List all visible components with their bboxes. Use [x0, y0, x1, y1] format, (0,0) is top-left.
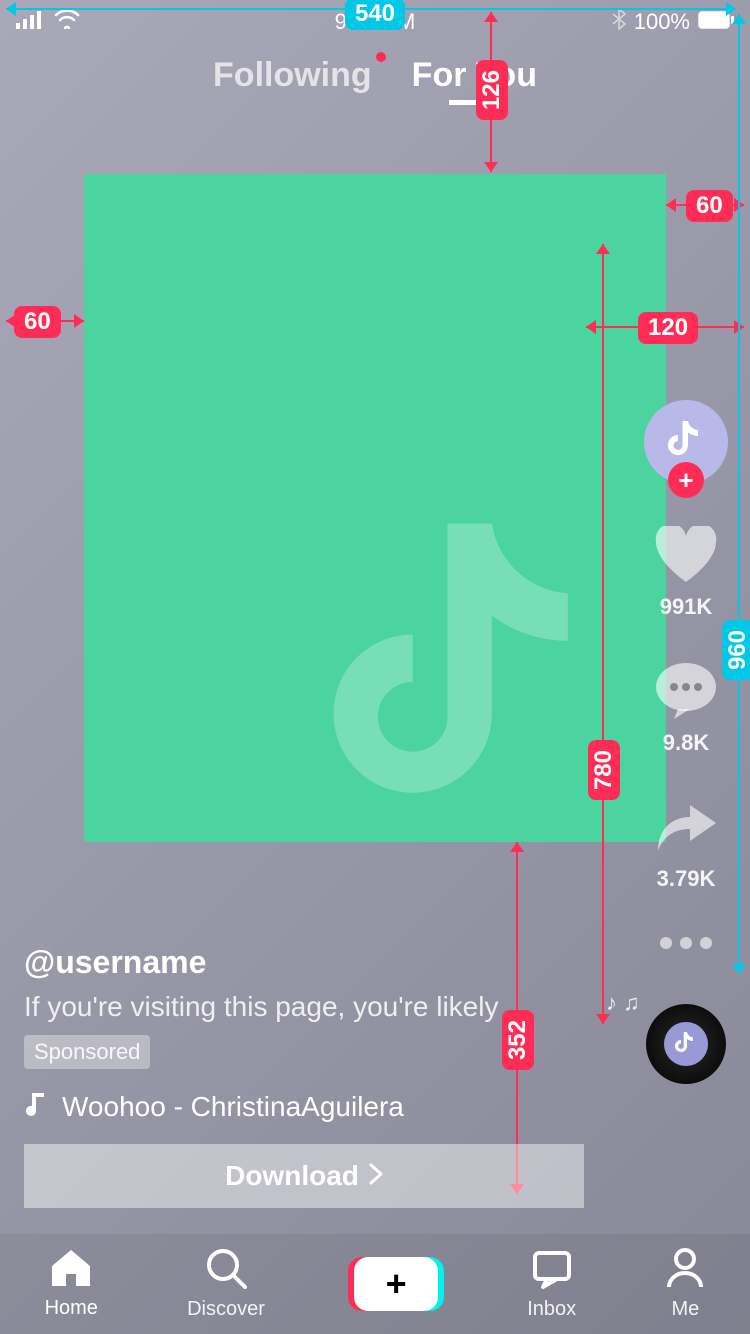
heart-icon [651, 520, 721, 590]
nav-me[interactable]: Me [665, 1247, 705, 1321]
caption-area: @username If you're visiting this page, … [24, 944, 580, 1124]
search-icon [205, 1247, 247, 1294]
nav-inbox[interactable]: Inbox [527, 1247, 576, 1321]
comment-icon [651, 656, 721, 726]
bluetooth-icon [612, 8, 626, 36]
nav-me-label: Me [671, 1298, 699, 1321]
profile-icon [665, 1247, 705, 1294]
nav-home[interactable]: Home [45, 1248, 98, 1320]
avatar: + [644, 400, 728, 484]
tab-for-you[interactable]: For You [412, 56, 537, 95]
annotation-left-margin-label: 60 [14, 306, 61, 338]
notification-dot [376, 52, 386, 62]
feed-tabs: Following For You [0, 56, 750, 95]
tab-for-you-label: For You [412, 56, 537, 94]
action-rail: + 991K 9.8K 3.79K ♪ ♫ [636, 400, 736, 1084]
annotation-rail-height-ruler [602, 244, 604, 1024]
inbox-icon [531, 1247, 573, 1294]
home-icon [50, 1248, 92, 1293]
sound-row[interactable]: Woohoo - ChristinaAguilera [24, 1089, 580, 1124]
upload-button-icon: + [354, 1257, 438, 1311]
nav-inbox-label: Inbox [527, 1298, 576, 1321]
follow-plus-icon[interactable]: + [668, 462, 704, 498]
download-cta-button[interactable]: Download [24, 1144, 584, 1208]
chevron-right-icon [369, 1160, 383, 1192]
share-count: 3.79K [657, 866, 716, 892]
sound-title: Woohoo - ChristinaAguilera [62, 1091, 404, 1123]
sponsored-badge: Sponsored [24, 1035, 150, 1069]
nav-discover-label: Discover [187, 1298, 265, 1321]
more-button[interactable] [651, 928, 721, 958]
comment-count: 9.8K [663, 730, 709, 756]
nav-discover[interactable]: Discover [187, 1247, 265, 1321]
disc-logo-icon [674, 1030, 698, 1058]
status-left [16, 9, 80, 35]
music-notes-icon: ♪ ♫ [606, 990, 640, 1016]
nav-home-label: Home [45, 1297, 98, 1320]
safe-zone-overlay [84, 174, 666, 842]
wifi-icon [54, 9, 80, 35]
tiktok-watermark-icon [316, 492, 636, 872]
annotation-right-top-label: 60 [686, 190, 733, 222]
sound-disc-button[interactable]: ♪ ♫ [646, 1004, 726, 1084]
annotation-top-width-label: 540 [345, 0, 405, 30]
annotation-right-height-ruler [738, 14, 740, 974]
annotation-rail-width-label: 120 [638, 312, 698, 344]
like-button[interactable]: 991K [651, 520, 721, 620]
caption-text: If you're visiting this page, you're lik… [24, 991, 580, 1023]
bottom-nav: Home Discover + Inbox Me [0, 1234, 750, 1334]
nav-upload[interactable]: + [354, 1257, 438, 1311]
more-icon [651, 928, 721, 958]
comment-button[interactable]: 9.8K [651, 656, 721, 756]
safe-zone-notch [582, 174, 666, 234]
battery-percent: 100% [634, 9, 690, 35]
signal-icon [16, 9, 46, 35]
tiktok-logo-icon [664, 417, 708, 467]
annotation-rail-height-label: 780 [588, 740, 620, 800]
music-note-icon [24, 1089, 48, 1124]
status-right: 100% [612, 8, 734, 36]
like-count: 991K [660, 594, 713, 620]
share-button[interactable]: 3.79K [651, 792, 721, 892]
annotation-top-gap-label: 126 [476, 60, 508, 120]
tab-following-label: Following [213, 56, 372, 94]
profile-avatar-button[interactable]: + [644, 400, 728, 484]
tab-following[interactable]: Following [213, 56, 372, 95]
username[interactable]: @username [24, 944, 580, 981]
cta-label: Download [225, 1160, 359, 1192]
sound-disc: ♪ ♫ [646, 1004, 726, 1084]
share-icon [651, 792, 721, 862]
